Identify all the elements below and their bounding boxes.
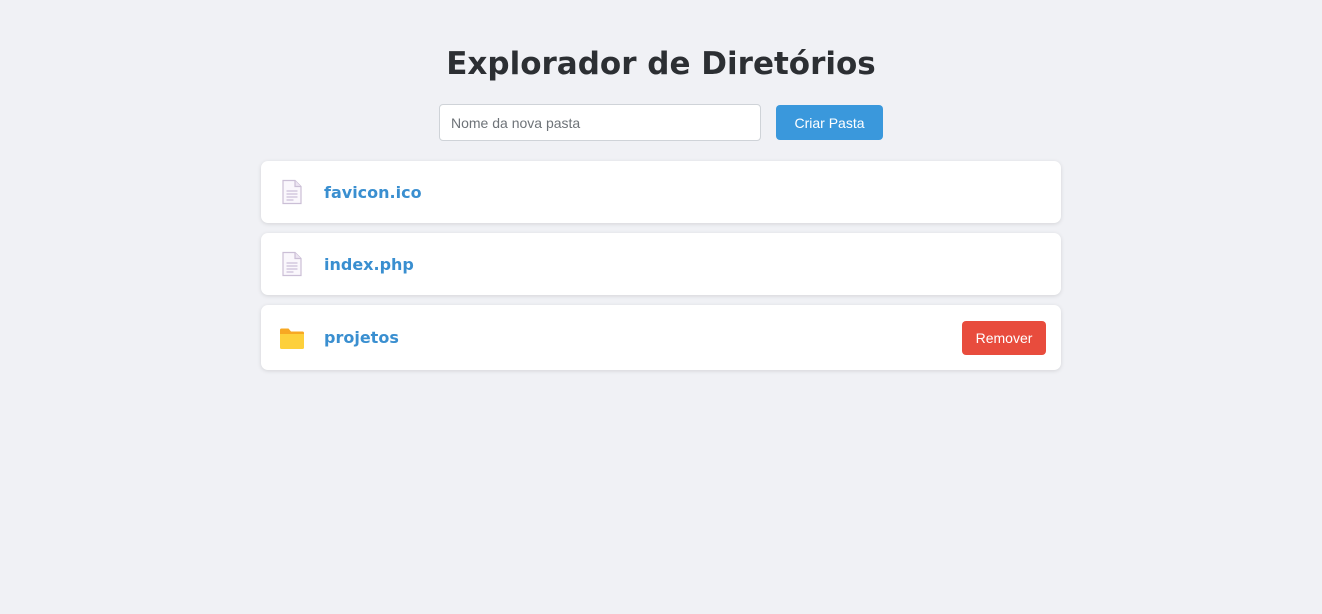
folder-name-input[interactable] <box>439 104 761 141</box>
document-icon <box>279 251 305 277</box>
remove-folder-button[interactable]: Remover <box>962 320 1046 355</box>
page-title: Explorador de Diretórios <box>446 46 876 82</box>
list-item: favicon.ico <box>261 161 1061 223</box>
create-folder-form: Criar Pasta <box>439 104 883 141</box>
list-item: index.php <box>261 233 1061 295</box>
create-folder-button[interactable]: Criar Pasta <box>776 105 883 140</box>
document-icon <box>279 179 305 205</box>
list-item: projetos Remover <box>261 305 1061 370</box>
file-list: favicon.ico index.php projetos Remover <box>261 161 1061 380</box>
file-link[interactable]: favicon.ico <box>324 183 422 202</box>
file-link[interactable]: index.php <box>324 255 414 274</box>
folder-link[interactable]: projetos <box>324 328 399 347</box>
folder-icon <box>279 325 305 351</box>
